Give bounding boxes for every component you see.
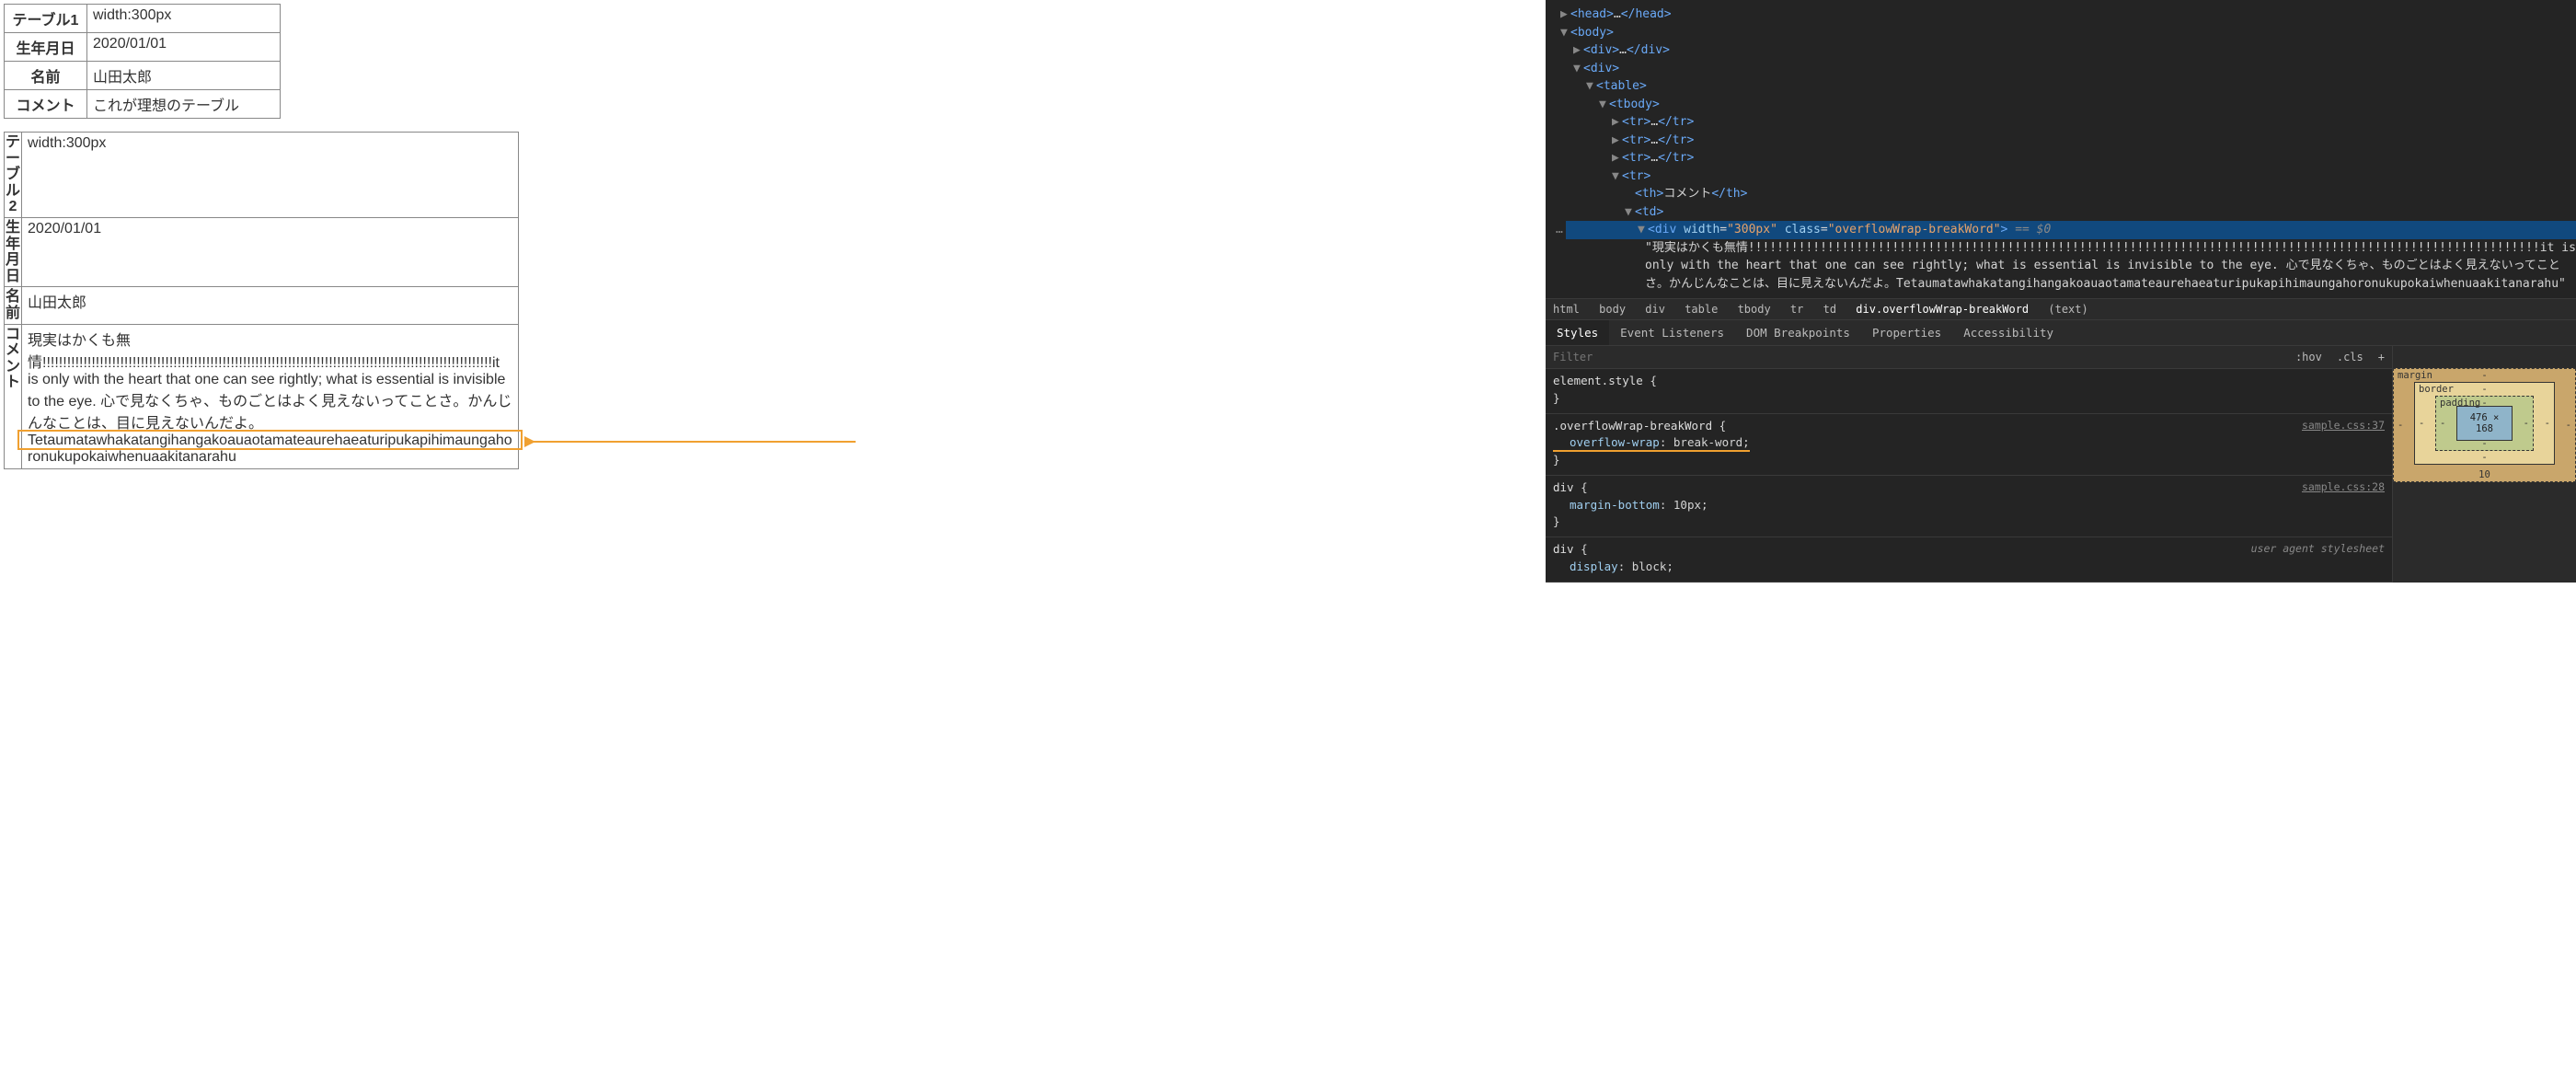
table-row: 生年月日2020/01/01 [5, 33, 281, 62]
tab-styles[interactable]: Styles [1546, 320, 1609, 345]
css-rule[interactable]: sample.css:37 .overflowWrap-breakWord { … [1546, 414, 2392, 476]
th: テーブル2 [5, 133, 22, 218]
td: width:300px [22, 133, 519, 218]
tab-accessibility[interactable]: Accessibility [1952, 320, 2064, 345]
breadcrumb-item[interactable]: (text) [2048, 303, 2087, 316]
disclosure-triangle-icon[interactable]: ▶ [1573, 41, 1583, 60]
table-row: 名前山田太郎 [5, 287, 519, 324]
styles-tabs: Styles Event Listeners DOM Breakpoints P… [1546, 320, 2576, 346]
disclosure-triangle-icon[interactable]: ▶ [1612, 149, 1622, 167]
breadcrumb-item[interactable]: body [1599, 303, 1626, 316]
breadcrumb-item[interactable]: table [1685, 303, 1718, 316]
table-row: コメントこれが理想のテーブル [5, 90, 281, 119]
table-row: テーブル2width:300px [5, 133, 519, 218]
disclosure-triangle-icon[interactable]: ▼ [1560, 24, 1570, 42]
disclosure-triangle-icon[interactable]: ▼ [1612, 167, 1622, 186]
styles-filter-bar: :hov .cls + [1546, 346, 2392, 369]
disclosure-triangle-icon[interactable]: ▶ [1612, 132, 1622, 150]
table-row: コメント現実はかくも無情!!!!!!!!!!!!!!!!!!!!!!!!!!!!… [5, 324, 519, 468]
td: 2020/01/01 [87, 33, 281, 62]
table-row: テーブル1width:300px [5, 5, 281, 33]
tab-properties[interactable]: Properties [1861, 320, 1952, 345]
css-rule[interactable]: user agent stylesheet div { display: blo… [1546, 537, 2392, 583]
annotation-arrow [524, 423, 865, 479]
th: 生年月日 [5, 217, 22, 286]
new-rule-button[interactable]: + [2371, 347, 2392, 367]
th: コメント [5, 324, 22, 468]
breadcrumb-item[interactable]: td [1823, 303, 1836, 316]
box-model-diagram[interactable]: margin - - - 10 border - - - - padding - [2393, 368, 2576, 482]
breadcrumb-item[interactable]: tr [1790, 303, 1803, 316]
page-preview: テーブル1width:300px 生年月日2020/01/01 名前山田太郎 コ… [0, 0, 1546, 583]
styles-pane: :hov .cls + element.style {} sample.css:… [1546, 346, 2392, 583]
box-model-content: 476 × 168 [2456, 406, 2513, 441]
td: 山田太郎 [87, 62, 281, 90]
overflow-indicator: … [1553, 221, 1566, 239]
text-node[interactable]: "現実はかくも無情!!!!!!!!!!!!!!!!!!!!!!!!!!!!!!!… [1553, 239, 2576, 294]
td: 2020/01/01 [22, 217, 519, 286]
breadcrumb-item[interactable]: div.overflowWrap-breakWord [1856, 303, 2029, 316]
elements-tree[interactable]: ▶<head>…</head> ▼<body> ▶<div>…</div> ▼<… [1546, 0, 2576, 298]
table-row: 名前山田太郎 [5, 62, 281, 90]
breadcrumb-item[interactable]: div [1645, 303, 1665, 316]
th: 生年月日 [5, 33, 87, 62]
tab-event-listeners[interactable]: Event Listeners [1609, 320, 1735, 345]
breadcrumb[interactable]: html body div table tbody tr td div.over… [1546, 298, 2576, 320]
th: コメント [5, 90, 87, 119]
disclosure-triangle-icon[interactable]: ▼ [1638, 221, 1648, 239]
hov-toggle-button[interactable]: :hov [2288, 347, 2329, 367]
disclosure-triangle-icon[interactable]: ▶ [1560, 6, 1570, 24]
td: 山田太郎 [22, 287, 519, 324]
td: これが理想のテーブル [87, 90, 281, 119]
breadcrumb-item[interactable]: html [1553, 303, 1580, 316]
td: width:300px [87, 5, 281, 33]
css-rule[interactable]: sample.css:28 div { margin-bottom: 10px;… [1546, 476, 2392, 537]
th: テーブル1 [5, 5, 87, 33]
devtools-panel: ▶<head>…</head> ▼<body> ▶<div>…</div> ▼<… [1546, 0, 2576, 583]
disclosure-triangle-icon[interactable]: ▼ [1573, 60, 1583, 78]
table-row: 生年月日2020/01/01 [5, 217, 519, 286]
source-link[interactable]: sample.css:28 [2302, 479, 2385, 495]
disclosure-triangle-icon[interactable]: ▼ [1586, 77, 1596, 96]
table-1: テーブル1width:300px 生年月日2020/01/01 名前山田太郎 コ… [4, 4, 281, 119]
td: 現実はかくも無情!!!!!!!!!!!!!!!!!!!!!!!!!!!!!!!!… [22, 324, 519, 468]
styles-filter-input[interactable] [1546, 346, 2288, 368]
th: 名前 [5, 287, 22, 324]
cls-toggle-button[interactable]: .cls [2329, 347, 2371, 367]
table-2: テーブル2width:300px 生年月日2020/01/01 名前山田太郎 コ… [4, 132, 519, 469]
selected-dom-node[interactable]: … ▼<div width="300px" class="overflowWra… [1553, 221, 2576, 239]
breadcrumb-item[interactable]: tbody [1738, 303, 1771, 316]
th: 名前 [5, 62, 87, 90]
computed-pane: margin - - - 10 border - - - - padding - [2392, 346, 2576, 583]
tab-dom-breakpoints[interactable]: DOM Breakpoints [1735, 320, 1861, 345]
user-agent-label: user agent stylesheet [2251, 541, 2385, 557]
disclosure-triangle-icon[interactable]: ▼ [1599, 96, 1609, 114]
css-rule[interactable]: element.style {} [1546, 369, 2392, 414]
source-link[interactable]: sample.css:37 [2302, 418, 2385, 433]
disclosure-triangle-icon[interactable]: ▶ [1612, 113, 1622, 132]
disclosure-triangle-icon[interactable]: ▼ [1625, 203, 1635, 222]
